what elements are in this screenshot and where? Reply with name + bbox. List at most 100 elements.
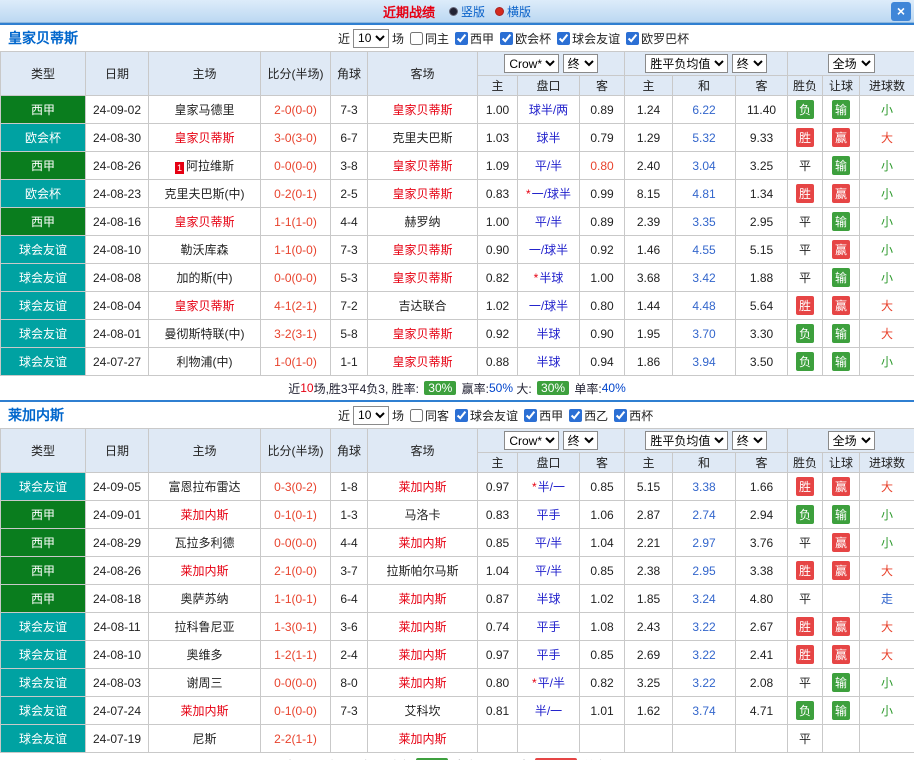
match-date: 24-08-10 bbox=[86, 236, 149, 264]
home-team[interactable]: 皇家贝蒂斯 bbox=[149, 208, 261, 236]
same-venue-filter[interactable]: 同主 bbox=[410, 30, 449, 47]
away-team[interactable]: 艾科坎 bbox=[368, 697, 478, 725]
avg-odds-select[interactable]: 胜平负均值 bbox=[645, 431, 728, 450]
league-checkbox[interactable] bbox=[614, 409, 627, 422]
away-team[interactable]: 皇家贝蒂斯 bbox=[368, 96, 478, 124]
away-team[interactable]: 皇家贝蒂斯 bbox=[368, 348, 478, 376]
league-checkbox[interactable] bbox=[455, 409, 468, 422]
handicap: 半/一 bbox=[518, 697, 580, 725]
away-team[interactable]: 莱加内斯 bbox=[368, 613, 478, 641]
league-filter-3[interactable]: 欧罗巴杯 bbox=[626, 30, 689, 47]
away-team[interactable]: 克里夫巴斯 bbox=[368, 124, 478, 152]
handicap: *一/球半 bbox=[518, 180, 580, 208]
close-button[interactable]: × bbox=[891, 2, 911, 21]
home-team[interactable]: 克里夫巴斯(中) bbox=[149, 180, 261, 208]
league-type-badge: 西甲 bbox=[1, 557, 86, 585]
home-team[interactable]: 奥维多 bbox=[149, 641, 261, 669]
result-cell: 负 bbox=[788, 501, 823, 529]
match-count-select[interactable]: 10 bbox=[353, 29, 389, 48]
same-venue-checkbox[interactable] bbox=[410, 32, 423, 45]
odds-home: 0.97 bbox=[478, 641, 518, 669]
avg-odds-select[interactable]: 胜平负均值 bbox=[645, 54, 728, 73]
summary-part: 大: bbox=[515, 757, 534, 760]
away-team[interactable]: 莱加内斯 bbox=[368, 585, 478, 613]
final-odds-select[interactable]: 终 bbox=[563, 54, 598, 73]
league-checkbox[interactable] bbox=[500, 32, 513, 45]
corner-score: 2-4 bbox=[331, 641, 368, 669]
league-checkbox[interactable] bbox=[455, 32, 468, 45]
final-avg-select[interactable]: 终 bbox=[732, 54, 767, 73]
league-filter-0[interactable]: 西甲 bbox=[455, 30, 494, 47]
handicap-result-cell: 赢 bbox=[823, 236, 860, 264]
changed-odds-star: * bbox=[534, 271, 539, 285]
league-filter-1[interactable]: 西甲 bbox=[524, 407, 563, 424]
home-team[interactable]: 1阿拉维斯 bbox=[149, 152, 261, 180]
away-team[interactable]: 赫罗纳 bbox=[368, 208, 478, 236]
home-team[interactable]: 莱加内斯 bbox=[149, 697, 261, 725]
same-venue-filter[interactable]: 同客 bbox=[410, 407, 449, 424]
home-team[interactable]: 曼彻斯特联(中) bbox=[149, 320, 261, 348]
summary-part: 赢率: bbox=[458, 380, 489, 397]
home-team[interactable]: 拉科鲁尼亚 bbox=[149, 613, 261, 641]
home-team[interactable]: 富恩拉布雷达 bbox=[149, 473, 261, 501]
home-team[interactable]: 瓦拉多利德 bbox=[149, 529, 261, 557]
scope-select[interactable]: 全场 bbox=[828, 54, 875, 73]
away-team[interactable]: 马洛卡 bbox=[368, 501, 478, 529]
away-team[interactable]: 皇家贝蒂斯 bbox=[368, 152, 478, 180]
col-corner: 角球 bbox=[331, 429, 368, 473]
away-team[interactable]: 莱加内斯 bbox=[368, 641, 478, 669]
corner-score: 6-7 bbox=[331, 124, 368, 152]
home-team[interactable]: 谢周三 bbox=[149, 669, 261, 697]
away-team[interactable]: 皇家贝蒂斯 bbox=[368, 320, 478, 348]
layout-radio-vertical[interactable]: 竖版 bbox=[449, 3, 485, 20]
scope-select[interactable]: 全场 bbox=[828, 431, 875, 450]
avg-away-odds: 1.66 bbox=[736, 473, 788, 501]
avg-home-odds: 1.62 bbox=[625, 697, 673, 725]
league-filter-3[interactable]: 西杯 bbox=[614, 407, 653, 424]
league-checkbox[interactable] bbox=[626, 32, 639, 45]
away-team[interactable]: 莱加内斯 bbox=[368, 725, 478, 753]
col-handicap-result: 让球 bbox=[823, 76, 860, 96]
bookmaker-select[interactable]: Crow* bbox=[504, 431, 559, 450]
goals-result-cell: 小 bbox=[860, 501, 914, 529]
home-team[interactable]: 加的斯(中) bbox=[149, 264, 261, 292]
away-team[interactable]: 皇家贝蒂斯 bbox=[368, 236, 478, 264]
final-avg-select[interactable]: 终 bbox=[732, 431, 767, 450]
sections-container: 皇家贝蒂斯 近 10 场 同主 西甲 欧会杯 球会友谊 欧罗巴杯 bbox=[0, 23, 914, 760]
col-odds-home: 主 bbox=[478, 76, 518, 96]
match-row: 球会友谊 24-07-19 尼斯 2-2(1-1) 莱加内斯 平 bbox=[1, 725, 914, 753]
layout-radio-horizontal[interactable]: 横版 bbox=[495, 3, 531, 20]
home-team[interactable]: 莱加内斯 bbox=[149, 557, 261, 585]
league-checkbox[interactable] bbox=[557, 32, 570, 45]
away-team[interactable]: 莱加内斯 bbox=[368, 529, 478, 557]
away-team[interactable]: 拉斯帕尔马斯 bbox=[368, 557, 478, 585]
home-team[interactable]: 皇家贝蒂斯 bbox=[149, 292, 261, 320]
league-filter-2[interactable]: 西乙 bbox=[569, 407, 608, 424]
league-type-badge: 球会友谊 bbox=[1, 697, 86, 725]
league-type-badge: 西甲 bbox=[1, 501, 86, 529]
away-team[interactable]: 吉达联合 bbox=[368, 292, 478, 320]
bookmaker-header: Crow* 终 bbox=[478, 429, 625, 453]
home-team[interactable]: 尼斯 bbox=[149, 725, 261, 753]
league-checkbox[interactable] bbox=[524, 409, 537, 422]
league-filter-0[interactable]: 球会友谊 bbox=[455, 407, 518, 424]
home-team[interactable]: 奥萨苏纳 bbox=[149, 585, 261, 613]
same-venue-checkbox[interactable] bbox=[410, 409, 423, 422]
home-team[interactable]: 勒沃库森 bbox=[149, 236, 261, 264]
league-filter-1[interactable]: 欧会杯 bbox=[500, 30, 551, 47]
league-checkbox[interactable] bbox=[569, 409, 582, 422]
league-filter-2[interactable]: 球会友谊 bbox=[557, 30, 620, 47]
away-team[interactable]: 莱加内斯 bbox=[368, 669, 478, 697]
home-team[interactable]: 皇家贝蒂斯 bbox=[149, 124, 261, 152]
bookmaker-select[interactable]: Crow* bbox=[504, 54, 559, 73]
match-count-select[interactable]: 10 bbox=[353, 406, 389, 425]
home-team[interactable]: 利物浦(中) bbox=[149, 348, 261, 376]
away-team[interactable]: 皇家贝蒂斯 bbox=[368, 264, 478, 292]
home-team[interactable]: 莱加内斯 bbox=[149, 501, 261, 529]
avg-home-odds: 2.69 bbox=[625, 641, 673, 669]
away-team[interactable]: 莱加内斯 bbox=[368, 473, 478, 501]
match-date: 24-08-03 bbox=[86, 669, 149, 697]
home-team[interactable]: 皇家马德里 bbox=[149, 96, 261, 124]
final-odds-select[interactable]: 终 bbox=[563, 431, 598, 450]
away-team[interactable]: 皇家贝蒂斯 bbox=[368, 180, 478, 208]
